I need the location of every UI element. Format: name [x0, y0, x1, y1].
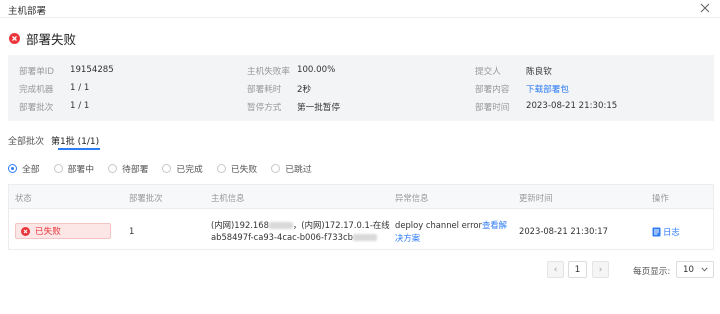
deploy-id-value: 19154285 — [70, 65, 114, 75]
log-link-label: 日志 — [663, 227, 680, 237]
col-host-info: 主机信息 — [211, 193, 245, 203]
dialog-title: 主机部署 — [8, 6, 47, 17]
deploy-info-panel: 部署单ID 19154285 完成机器 1 / 1 部署批次 1 / 1 主机失… — [8, 55, 714, 121]
log-link[interactable]: 日志 — [652, 226, 680, 238]
row-updated-time: 2023-08-21 21:30:17 — [519, 226, 608, 236]
host-ip-2: ，(内网)172.17.0.1-在线 — [292, 220, 390, 230]
page-size-label: 每页显示: — [633, 267, 671, 277]
deploy-time-label: 部署时间 — [475, 103, 510, 113]
pause-mode-value: 第一批暂停 — [297, 103, 340, 113]
redacted-text — [352, 234, 377, 241]
deploy-time-value: 2023-08-21 21:30:15 — [526, 101, 618, 111]
page-number-current[interactable]: 1 — [568, 261, 587, 278]
dialog-header: 主机部署 — [0, 0, 720, 18]
radio-icon — [162, 163, 172, 173]
col-updated-time: 更新时间 — [519, 193, 553, 203]
chevron-down-icon — [701, 267, 708, 272]
table-header: 状态 部署批次 主机信息 异常信息 更新时间 操作 — [9, 185, 713, 209]
error-icon — [9, 32, 20, 44]
radio-icon — [216, 163, 226, 173]
download-package-link[interactable]: 下载部署包 — [526, 83, 569, 95]
radio-checked-icon — [8, 163, 17, 173]
page-size-select[interactable]: 10 — [676, 261, 714, 278]
row-error-line1: deploy channel error查看解 — [395, 219, 507, 231]
batch-label: 部署批次 — [19, 103, 54, 113]
error-message: deploy channel error — [395, 220, 482, 230]
col-status: 状态 — [15, 193, 32, 203]
view-solution-link[interactable]: 查看解 — [482, 220, 507, 230]
status-badge-text: 已失败 — [35, 227, 61, 237]
failure-rate-label: 主机失败率 — [247, 67, 290, 77]
tab-batch-1[interactable]: 第1批 (1/1) — [51, 134, 99, 147]
submitter-value: 陈良钦 — [526, 67, 552, 77]
filter-pending[interactable]: 待部署 — [108, 162, 148, 175]
filter-completed[interactable]: 已完成 — [162, 162, 203, 175]
prev-page-button[interactable]: ‹ — [547, 261, 564, 278]
col-action: 操作 — [652, 193, 669, 203]
row-host-line1: (内网)192.168 ，(内网)172.17.0.1-在线 — [211, 219, 390, 231]
view-solution-link-cont[interactable]: 决方案 — [395, 232, 420, 244]
radio-icon — [271, 163, 281, 173]
filter-failed[interactable]: 已失败 — [216, 162, 258, 175]
deploy-status-heading: 部署失败 — [9, 30, 77, 47]
filter-all-label: 全部 — [22, 164, 40, 175]
filter-skipped[interactable]: 已跳过 — [271, 162, 312, 175]
status-filter-group: 全部 部署中 待部署 已完成 已失败 已跳过 — [8, 160, 326, 176]
pagination: ‹ 1 › 每页显示: 10 — [0, 261, 720, 279]
machines-done-value: 1 / 1 — [70, 83, 90, 93]
radio-icon — [53, 163, 63, 173]
col-batch: 部署批次 — [129, 193, 163, 203]
filter-completed-label: 已完成 — [176, 164, 203, 175]
host-uuid: ab58497f-ca93-4cac-b006-f733cb — [211, 232, 353, 242]
filter-failed-label: 已失败 — [230, 164, 258, 175]
filter-deploying[interactable]: 部署中 — [53, 162, 95, 175]
host-table: 状态 部署批次 主机信息 异常信息 更新时间 操作 已失败 1 (内网)192.… — [8, 184, 714, 250]
status-badge: 已失败 — [15, 223, 111, 239]
duration-label: 部署耗时 — [247, 85, 282, 95]
filter-pending-label: 待部署 — [122, 164, 149, 175]
next-page-button[interactable]: › — [592, 261, 609, 278]
host-ip-1: (内网)192.168 — [211, 220, 269, 230]
batch-tabs: 全部批次 第1批 (1/1) — [8, 130, 714, 152]
col-error-info: 异常信息 — [395, 193, 429, 203]
pause-mode-label: 暂停方式 — [247, 103, 282, 113]
deploy-status-text: 部署失败 — [26, 31, 77, 47]
filter-deploying-label: 部署中 — [67, 164, 95, 175]
redacted-text — [268, 222, 293, 229]
deploy-id-label: 部署单ID — [19, 67, 54, 77]
row-batch: 1 — [129, 226, 135, 236]
duration-value: 2秒 — [297, 85, 312, 95]
filter-skipped-label: 已跳过 — [285, 164, 312, 175]
failure-rate-value: 100.00% — [297, 65, 336, 75]
log-document-icon — [652, 227, 661, 237]
batch-value: 1 / 1 — [70, 101, 90, 111]
active-tab-indicator — [58, 148, 100, 150]
radio-icon — [108, 163, 118, 173]
row-host-line2: ab58497f-ca93-4cac-b006-f733cb — [211, 232, 377, 242]
machines-done-label: 完成机器 — [19, 85, 54, 95]
page-size-value: 10 — [683, 265, 694, 275]
content-label: 部署内容 — [475, 85, 510, 95]
tab-all-batches[interactable]: 全部批次 — [8, 134, 44, 147]
error-icon — [21, 226, 30, 236]
submitter-label: 提交人 — [475, 67, 501, 77]
close-icon[interactable] — [698, 1, 712, 15]
filter-all[interactable]: 全部 — [8, 162, 40, 175]
